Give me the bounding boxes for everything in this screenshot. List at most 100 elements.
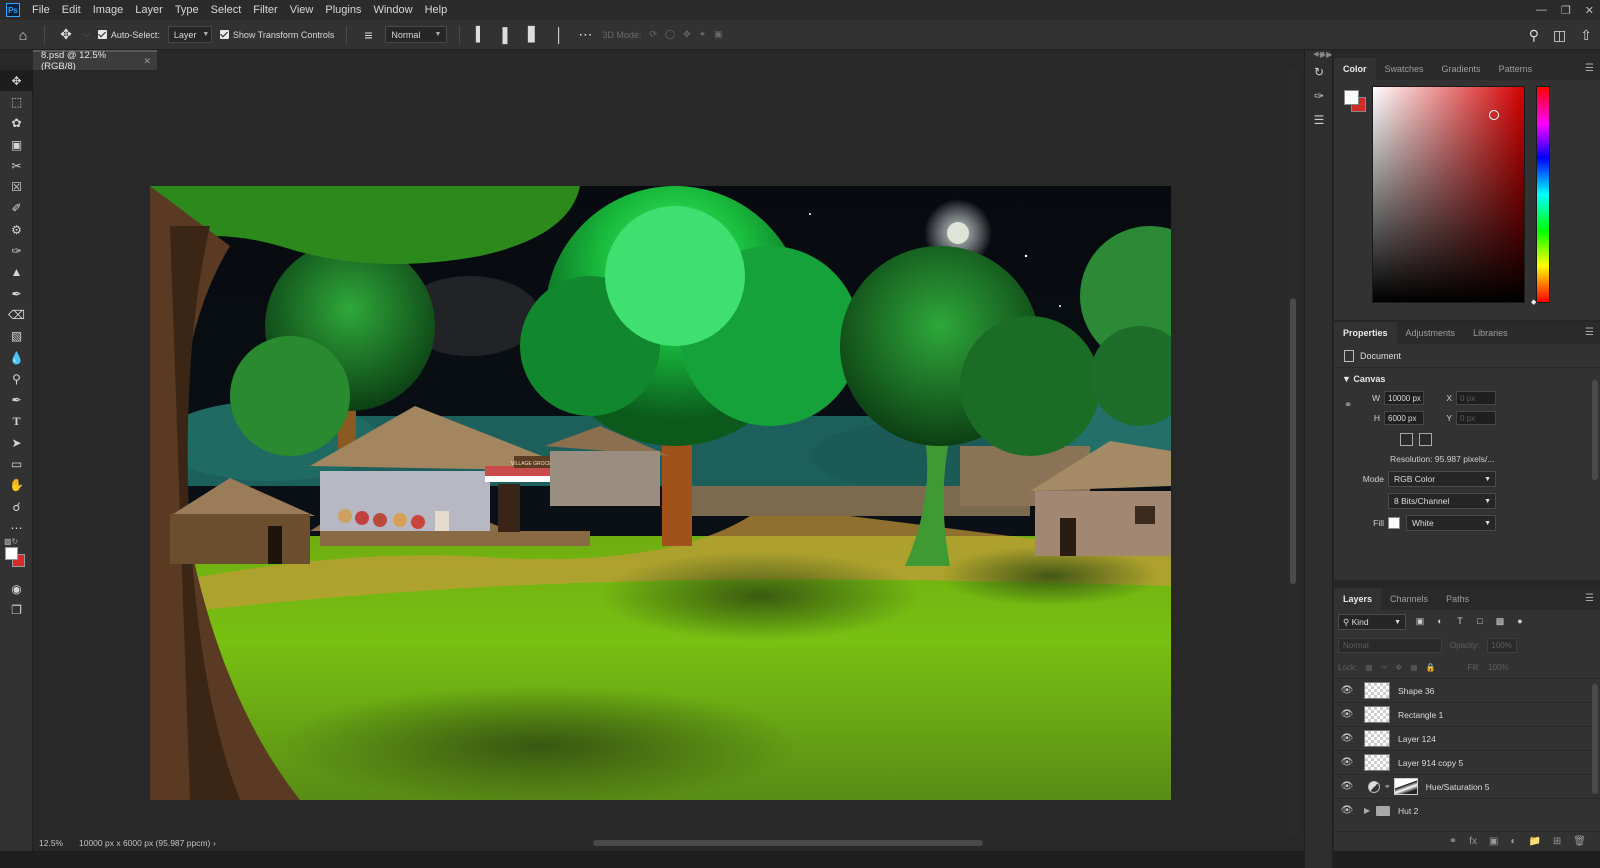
blur-tool-icon[interactable]: 💧 [0, 347, 33, 368]
portrait-icon[interactable] [1400, 432, 1413, 446]
layer-mask-thumbnail[interactable] [1393, 778, 1418, 795]
eye-icon[interactable]: 👁 [1334, 733, 1360, 744]
workspace-icon[interactable]: ◫ [1553, 27, 1566, 44]
menu-view[interactable]: View [284, 4, 320, 16]
align-middle-icon[interactable]: ▌ [498, 27, 516, 43]
panel-menu-icon[interactable]: ☰ [1585, 593, 1594, 604]
type-filter-icon[interactable]: T [1454, 616, 1466, 628]
eye-icon[interactable]: 👁 [1334, 685, 1360, 696]
menu-select[interactable]: Select [205, 4, 248, 16]
share-icon[interactable]: ⇧ [1580, 27, 1592, 44]
zoom-tool-icon[interactable]: ☌ [0, 496, 33, 517]
menu-type[interactable]: Type [169, 4, 205, 16]
path-selection-tool-icon[interactable]: ➤ [0, 432, 33, 453]
vertical-scroll-thumb[interactable] [1290, 298, 1296, 584]
layer-blend-dropdown[interactable]: Normal [1338, 637, 1442, 653]
history-brush-tool-icon[interactable]: ✒ [0, 283, 33, 304]
eye-icon[interactable]: 👁 [1334, 757, 1360, 768]
link-layers-icon[interactable]: ⚭ [1449, 836, 1457, 847]
restore-icon[interactable]: ❐ [1561, 4, 1571, 17]
chevron-down-icon[interactable]: ⌵ [83, 29, 90, 40]
healing-brush-tool-icon[interactable]: ⚙ [0, 219, 33, 240]
eye-icon[interactable]: 👁 [1334, 805, 1360, 816]
screen-mode-icon[interactable]: ❐ [0, 600, 33, 621]
edit-toolbar-icon[interactable]: ⋯ [0, 517, 33, 538]
menu-filter[interactable]: Filter [247, 4, 283, 16]
link-icon[interactable]: ⚭ [1344, 400, 1352, 411]
layer-row[interactable]: 👁 ⚭ Hue/Saturation 5 [1334, 774, 1600, 798]
dodge-tool-icon[interactable]: ⚲ [0, 368, 33, 389]
kind-filter-dropdown[interactable]: ⚲ Kind ▼ [1338, 614, 1406, 630]
hand-tool-icon[interactable]: ✋ [0, 475, 33, 496]
eyedropper-tool-icon[interactable]: ✐ [0, 198, 33, 219]
show-transform-checkbox[interactable]: Show Transform Controls [219, 30, 334, 40]
filter-toggle-icon[interactable]: ● [1514, 616, 1526, 628]
opacity-input[interactable]: 100% [1487, 637, 1518, 653]
layer-group-row[interactable]: 👁 ▶ Hut 2 [1334, 798, 1600, 822]
horizontal-scrollbar[interactable] [273, 838, 1313, 847]
adjustment-filter-icon[interactable]: ◐ [1434, 616, 1446, 628]
lock-transparency-icon[interactable]: ▦ [1365, 663, 1373, 672]
x-input[interactable]: 0 px [1456, 391, 1496, 405]
object-selection-tool-icon[interactable]: ▣ [0, 134, 33, 155]
add-mask-icon[interactable]: ▣ [1489, 836, 1498, 847]
tab-properties[interactable]: Properties [1334, 322, 1397, 344]
fx-icon[interactable]: fx [1469, 836, 1477, 847]
rectangle-tool-icon[interactable]: ▭ [0, 453, 33, 474]
layer-row[interactable]: 👁 Layer 914 copy 5 [1334, 750, 1600, 774]
align-top-icon[interactable]: ▍ [472, 26, 490, 43]
lock-artboard-icon[interactable]: ▦ [1410, 663, 1418, 672]
tab-color[interactable]: Color [1334, 58, 1376, 80]
y-input[interactable]: 0 px [1456, 411, 1496, 425]
vertical-scrollbar[interactable] [1287, 70, 1299, 835]
color-picker-field[interactable] [1372, 86, 1525, 303]
menu-plugins[interactable]: Plugins [319, 4, 367, 16]
move-tool-icon[interactable]: ✥ [57, 26, 75, 43]
properties-scrollbar[interactable] [1592, 380, 1598, 480]
layers-scrollbar[interactable] [1592, 684, 1598, 794]
tab-libraries[interactable]: Libraries [1464, 322, 1517, 344]
new-layer-icon[interactable]: ⊞ [1553, 836, 1561, 847]
eraser-tool-icon[interactable]: ⌫ [0, 304, 33, 325]
hue-slider-marker-icon[interactable]: ◆ [1531, 298, 1536, 306]
menu-help[interactable]: Help [419, 4, 454, 16]
tab-swatches[interactable]: Swatches [1376, 58, 1433, 80]
pixel-filter-icon[interactable]: ▣ [1414, 616, 1426, 628]
brush-tool-icon[interactable]: ✑ [0, 240, 33, 261]
crop-tool-icon[interactable]: ✂ [0, 155, 33, 176]
lock-all-icon[interactable]: 🔒 [1426, 663, 1436, 672]
menu-layer[interactable]: Layer [129, 4, 169, 16]
foreground-color-swatch[interactable] [1344, 90, 1359, 105]
document-tab[interactable]: 8.psd @ 12.5% (RGB/8) ✕ [33, 50, 157, 72]
home-icon[interactable]: ⌂ [14, 27, 32, 43]
align-icon[interactable]: ≡ [359, 27, 377, 43]
lasso-tool-icon[interactable]: ✿ [0, 113, 33, 134]
link-icon[interactable]: ⚭ [1384, 782, 1391, 791]
lock-paint-icon[interactable]: ✑ [1381, 663, 1388, 672]
panel-divider[interactable] [1334, 580, 1600, 588]
marquee-tool-icon[interactable]: ⬚ [0, 91, 33, 112]
delete-layer-icon[interactable]: 🗑 [1573, 836, 1586, 847]
tab-patterns[interactable]: Patterns [1490, 58, 1542, 80]
default-colors-icon[interactable]: ▩↻ [4, 537, 18, 546]
brush-settings-icon[interactable]: ✑ [1305, 84, 1333, 108]
adjustments-panel-icon[interactable]: ☰ [1305, 108, 1333, 132]
height-input[interactable]: 6000 px [1384, 411, 1424, 425]
panel-menu-icon[interactable]: ☰ [1585, 327, 1594, 338]
foreground-color-swatch[interactable] [5, 546, 18, 560]
tab-channels[interactable]: Channels [1381, 588, 1437, 610]
document-canvas[interactable]: VILLAGE GROCERIES [150, 186, 1171, 800]
menu-edit[interactable]: Edit [56, 4, 87, 16]
close-icon[interactable]: ✕ [143, 56, 151, 67]
layer-row[interactable]: 👁 Rectangle 1 [1334, 702, 1600, 726]
eye-icon[interactable]: 👁 [1334, 781, 1360, 792]
width-input[interactable]: 10000 px [1384, 391, 1424, 405]
menu-window[interactable]: Window [367, 4, 418, 16]
layer-row[interactable]: 👁 Layer 124 [1334, 726, 1600, 750]
history-panel-icon[interactable]: ↻ [1305, 60, 1333, 84]
fill-input[interactable]: 100% [1488, 663, 1508, 672]
type-tool-icon[interactable]: T [0, 411, 33, 432]
gradient-tool-icon[interactable]: ▧ [0, 326, 33, 347]
fill-color-swatch[interactable] [1388, 517, 1400, 529]
align-bottom-icon[interactable]: ▋ [524, 26, 542, 43]
